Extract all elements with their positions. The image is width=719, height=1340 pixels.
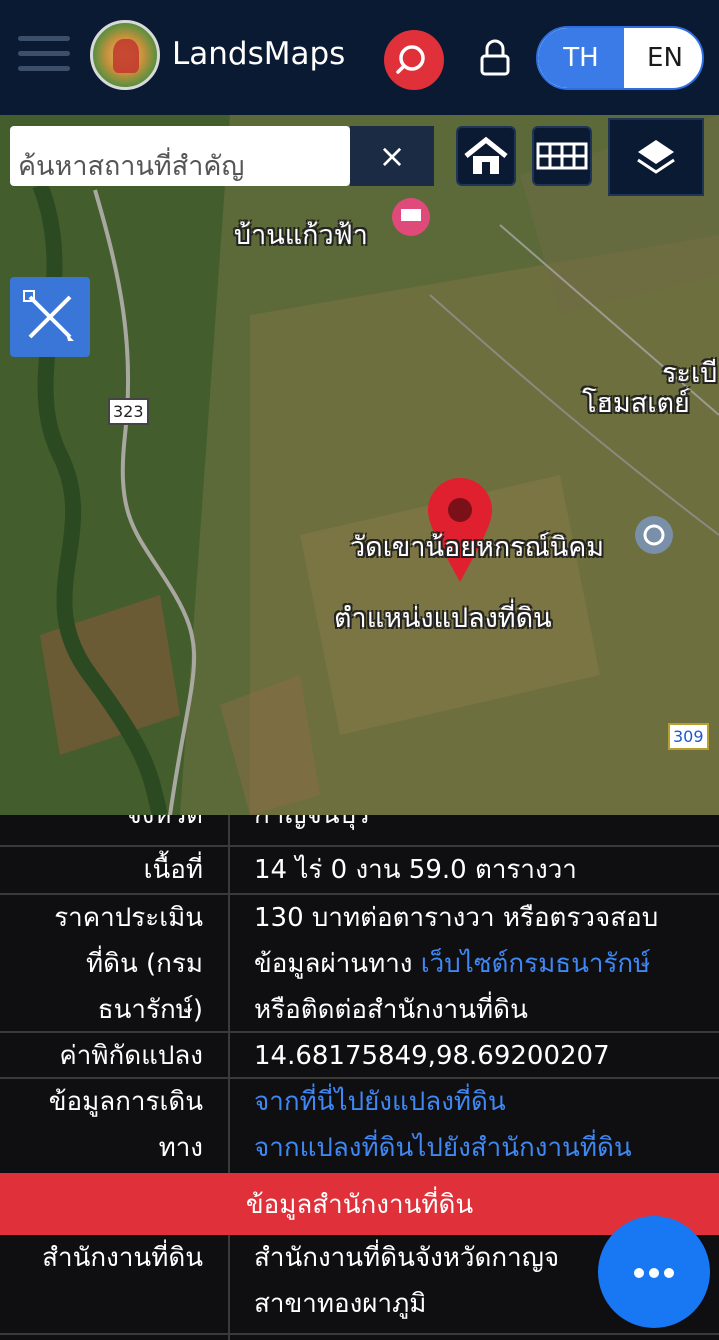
row-label-line: ที่ดิน (กรม: [85, 949, 203, 979]
grid-button[interactable]: [532, 126, 592, 186]
treasury-website-link[interactable]: เว็บไซต์กรมธนารักษ์: [421, 949, 651, 979]
landsmaps-logo: [90, 20, 160, 90]
row-value: จากที่นี่ไปยังแปลงที่ดิน จากแปลงที่ดินไป…: [238, 1079, 713, 1171]
info-row-appraisal: ราคาประเมิน ที่ดิน (กรม ธนารักษ์) 130 บา…: [0, 895, 719, 1033]
row-value-line: 130 บาทต่อตารางวา หรือตรวจสอบ: [254, 903, 659, 933]
grid-icon: [536, 142, 588, 170]
road-number-shield: 323: [108, 398, 149, 425]
row-value: 130 บาทต่อตารางวา หรือตรวจสอบ ข้อมูลผ่าน…: [238, 895, 713, 1033]
row-label-line: ราคาประเมิน: [54, 903, 203, 933]
map-temple-label: วัดเขาน้อยหกรณ์นิคม: [350, 532, 605, 563]
more-options-button[interactable]: [598, 1216, 710, 1328]
row-value-line: หรือติดต่อสำนักงานที่ดิน: [254, 995, 528, 1025]
parcel-position-label: ตำแหน่งแปลงที่ดิน: [334, 603, 552, 634]
row-label: ค่าพิกัดแปลง: [59, 1041, 203, 1071]
row-value-text: ข้อมูลผ่านทาง: [254, 949, 421, 979]
satellite-map[interactable]: ค้นหาสถานที่สำคัญ × บ้านแก้วฟ้า ระเบี โฮ…: [0, 115, 719, 815]
ruler-pencil-icon: [23, 290, 74, 341]
row-label: จังหวัด: [126, 815, 203, 830]
row-label: ราคาประเมิน ที่ดิน (กรม ธนารักษ์): [0, 895, 215, 1033]
row-value: กาญจนบุรี: [254, 815, 370, 830]
row-value: 14 ไร่ 0 งาน 59.0 ตารางวา: [254, 855, 577, 885]
search-button[interactable]: [384, 30, 444, 90]
layers-icon: [637, 140, 675, 174]
more-icon: [634, 1268, 644, 1278]
map-place-label: บ้านแก้วฟ้า: [234, 220, 368, 251]
map-place-label: โฮมสเตย์: [582, 388, 690, 419]
row-value-line: ข้อมูลผ่านทาง เว็บไซต์กรมธนารักษ์: [254, 941, 713, 987]
directions-to-parcel-link[interactable]: จากที่นี่ไปยังแปลงที่ดิน: [254, 1079, 713, 1125]
lock-icon[interactable]: [478, 38, 512, 78]
more-icon: [649, 1268, 659, 1278]
info-row-area: เนื้อที่ 14 ไร่ 0 งาน 59.0 ตารางวา: [0, 847, 719, 895]
home-icon: [464, 136, 508, 174]
language-toggle[interactable]: TH EN: [536, 26, 704, 90]
info-row-province: จังหวัด กาญจนบุรี: [0, 815, 719, 847]
measure-tool-button[interactable]: [10, 277, 90, 357]
directions-to-office-link[interactable]: จากแปลงที่ดินไปยังสำนักงานที่ดิน: [254, 1125, 713, 1171]
search-input[interactable]: ค้นหาสถานที่สำคัญ: [10, 126, 350, 186]
home-button[interactable]: [456, 126, 516, 186]
more-icon: [664, 1268, 674, 1278]
land-office-section-header: ข้อมูลสำนักงานที่ดิน: [0, 1173, 719, 1235]
row-label-line: ทาง: [158, 1133, 203, 1163]
layers-button[interactable]: [608, 118, 704, 196]
search-icon: [396, 45, 425, 74]
app-header: LandsMaps TH EN: [0, 0, 719, 115]
coordinates-link[interactable]: 14.68175849,98.69200207: [238, 1033, 713, 1079]
lang-th-option[interactable]: TH: [538, 28, 624, 88]
lang-en-option[interactable]: EN: [624, 28, 702, 88]
row-label-line: ข้อมูลการเดิน: [48, 1087, 203, 1117]
row-label: สำนักงานที่ดิน: [42, 1243, 203, 1273]
row-label-line: ธนารักษ์): [97, 995, 203, 1025]
info-row-coordinates: ค่าพิกัดแปลง 14.68175849,98.69200207: [0, 1033, 719, 1079]
row-label: ข้อมูลการเดิน ทาง: [0, 1079, 215, 1171]
clear-search-button[interactable]: ×: [350, 126, 434, 186]
info-row-directions: ข้อมูลการเดิน ทาง จากที่นี่ไปยังแปลงที่ด…: [0, 1079, 719, 1173]
road-number-shield: 309: [668, 723, 709, 750]
menu-icon[interactable]: [18, 36, 70, 76]
brand-title: LandsMaps: [172, 36, 346, 72]
row-label: เนื้อที่: [143, 855, 203, 885]
